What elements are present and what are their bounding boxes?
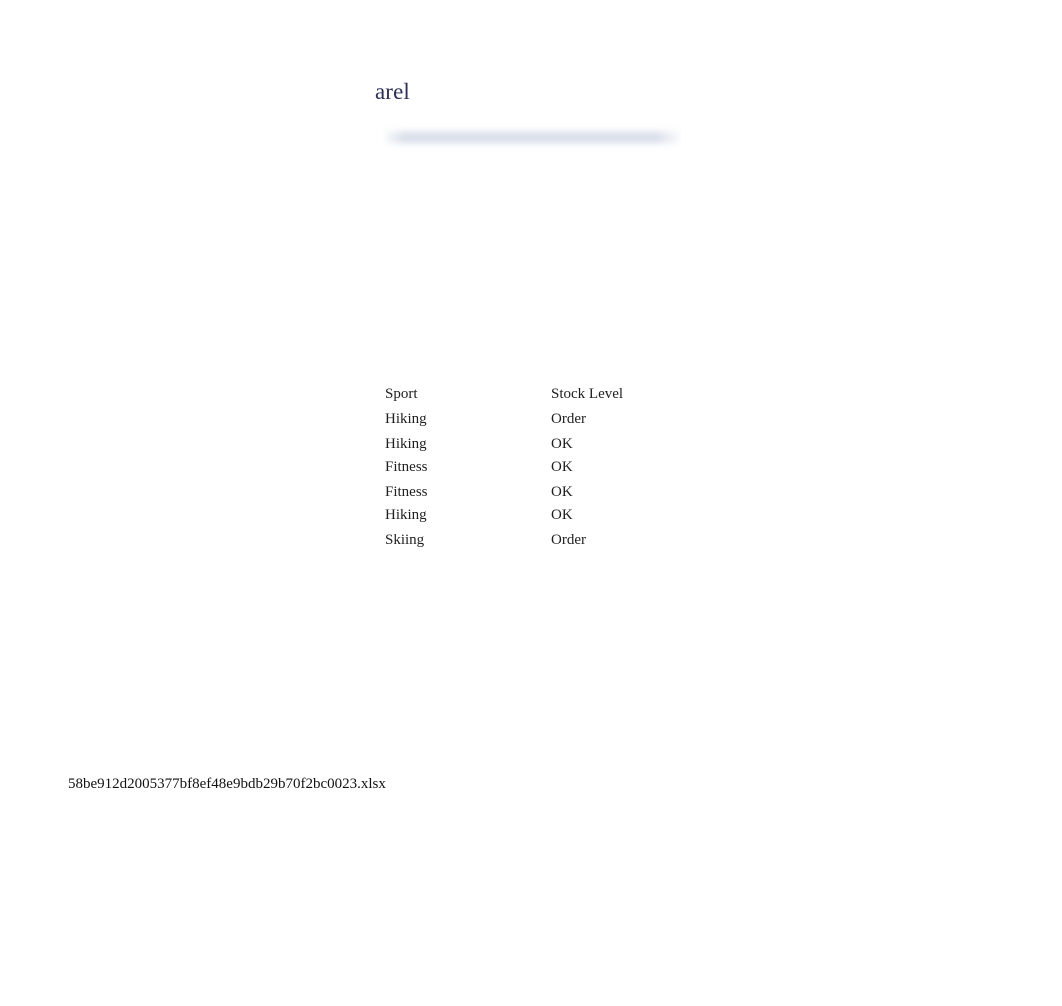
file-name-label: 58be912d2005377bf8ef48e9bdb29b70f2bc0023… — [68, 776, 386, 792]
table-row: Hiking Order — [385, 411, 671, 436]
page-title: arel — [375, 79, 410, 104]
redacted-bar-fill — [383, 130, 683, 144]
cell-sport: Skiing — [385, 532, 425, 548]
cell-sport: Hiking — [385, 436, 427, 452]
table-body: Hiking Order Hiking OK Fitness OK Fitnes… — [385, 411, 671, 557]
cell-stock-level: OK — [551, 507, 573, 523]
table-row: Skiing Order — [385, 532, 671, 557]
document-page: arel Sport Stock Level Hiking Order Hiki… — [0, 0, 1062, 1006]
redacted-bar-fade-left — [378, 124, 404, 152]
table-row: Hiking OK — [385, 436, 671, 459]
redacted-subtitle-bar — [378, 124, 690, 152]
cell-sport: Fitness — [385, 484, 428, 500]
stock-table: Sport Stock Level Hiking Order Hiking OK… — [385, 386, 671, 557]
cell-stock-level: OK — [551, 484, 573, 500]
cell-stock-level: Order — [551, 532, 586, 548]
column-header-sport: Sport — [385, 386, 418, 402]
column-header-stock-level: Stock Level — [551, 386, 624, 402]
cell-sport: Hiking — [385, 411, 427, 427]
cell-stock-level: OK — [551, 436, 573, 452]
cell-stock-level: Order — [551, 411, 586, 427]
table-row: Fitness OK — [385, 459, 671, 484]
cell-sport: Hiking — [385, 507, 427, 523]
cell-sport: Fitness — [385, 459, 428, 475]
table-row: Hiking OK — [385, 507, 671, 532]
table-row: Fitness OK — [385, 484, 671, 507]
cell-stock-level: OK — [551, 459, 573, 475]
table-header-row: Sport Stock Level — [385, 386, 671, 411]
redacted-bar-fade-right — [656, 124, 690, 152]
table-header: Sport Stock Level — [385, 386, 671, 411]
